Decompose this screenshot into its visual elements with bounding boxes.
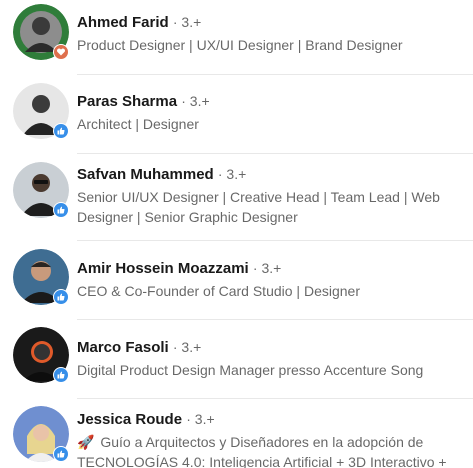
- avatar-container[interactable]: [13, 406, 69, 462]
- member-headline-text: Guío a Arquitectos y Diseñadores en la a…: [77, 434, 447, 468]
- member-headline: Digital Product Design Manager presso Ac…: [77, 362, 424, 378]
- member-headline: Architect | Designer: [77, 116, 199, 132]
- love-reaction-icon: [53, 44, 69, 60]
- connection-degree: · 3.+: [172, 14, 202, 30]
- list-item[interactable]: Marco Fasoli · 3.+ Digital Product Desig…: [0, 320, 473, 399]
- list-item[interactable]: Paras Sharma · 3.+ Architect | Designer: [0, 75, 473, 154]
- connection-degree: · 3.+: [181, 93, 210, 109]
- member-name[interactable]: Marco Fasoli: [77, 339, 169, 356]
- connection-degree: · 3.+: [252, 260, 282, 276]
- rocket-icon: 🚀: [77, 434, 95, 450]
- like-reaction-icon: [53, 446, 69, 462]
- member-headline: CEO & Co-Founder of Card Studio | Design…: [77, 283, 360, 299]
- avatar-container[interactable]: [13, 83, 69, 139]
- like-reaction-icon: [53, 202, 69, 218]
- connection-degree: · 3.+: [172, 339, 202, 355]
- avatar-container[interactable]: [13, 162, 69, 218]
- reactions-list: Ahmed Farid · 3.+ Product Designer | UX/…: [0, 0, 473, 468]
- list-item[interactable]: Ahmed Farid · 3.+ Product Designer | UX/…: [0, 0, 473, 75]
- connection-degree: · 3.+: [217, 166, 247, 182]
- member-name[interactable]: Safvan Muhammed: [77, 166, 214, 183]
- member-name[interactable]: Amir Hossein Moazzami: [77, 260, 249, 277]
- avatar-container[interactable]: [13, 249, 69, 305]
- member-name[interactable]: Jessica Roude: [77, 411, 182, 428]
- connection-degree: · 3.+: [186, 411, 215, 427]
- list-item[interactable]: Jessica Roude · 3.+ 🚀 Guío a Arquitectos…: [0, 399, 473, 468]
- list-item[interactable]: Safvan Muhammed · 3.+ Senior UI/UX Desig…: [0, 154, 473, 241]
- avatar-container[interactable]: [13, 4, 69, 60]
- like-reaction-icon: [53, 123, 69, 139]
- member-headline: Product Designer | UX/UI Designer | Bran…: [77, 37, 403, 53]
- avatar-container[interactable]: [13, 327, 69, 383]
- like-reaction-icon: [53, 289, 69, 305]
- member-headline: Senior UI/UX Designer | Creative Head | …: [77, 189, 440, 225]
- like-reaction-icon: [53, 367, 69, 383]
- member-name[interactable]: Paras Sharma: [77, 93, 177, 110]
- member-headline: 🚀 Guío a Arquitectos y Diseñadores en la…: [77, 432, 451, 468]
- member-name[interactable]: Ahmed Farid: [77, 14, 169, 31]
- list-item[interactable]: Amir Hossein Moazzami · 3.+ CEO & Co-Fou…: [0, 241, 473, 320]
